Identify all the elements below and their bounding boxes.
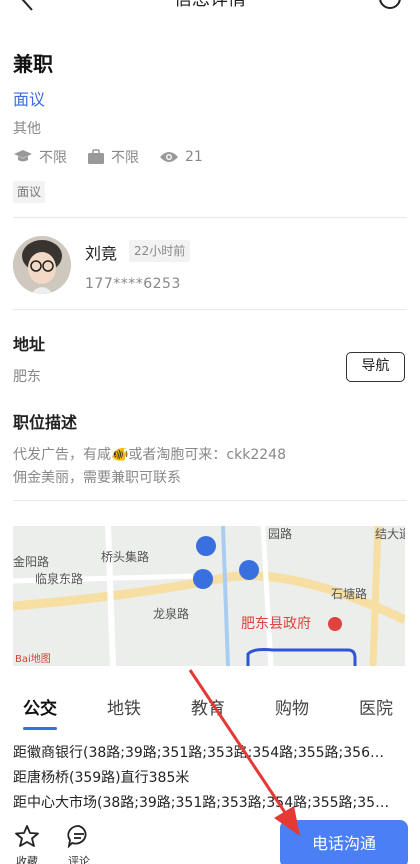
job-category: 其他 [13,121,41,137]
map-canvas: 桥头集路 临泉东路 金阳路 龙泉路 园路 结大道 石塘路 肥东县政府 Bai地图 [13,526,405,666]
navigate-button[interactable]: 导航 [346,352,405,382]
address-value: 肥东 [13,369,41,385]
map-label-road5: 园路 [268,526,292,541]
nearby-tabs: 公交 地铁 教育 购物 医院 [0,694,420,734]
education-meta: 不限 [13,147,67,167]
description-line-2: 佣金美丽，需要兼职可联系 [13,470,181,486]
bus-stop-icon [196,536,216,556]
top-nav-bar: 信息详情 [0,0,420,18]
job-salary: 面议 [13,90,46,109]
comment-icon [67,825,87,849]
map-label-road1: 桥头集路 [101,549,149,564]
tab-education[interactable]: 教育 [191,694,225,719]
avatar-image [13,236,71,294]
tab-shopping[interactable]: 购物 [275,694,309,719]
location-map[interactable]: 桥头集路 临泉东路 金阳路 龙泉路 园路 结大道 石塘路 肥东县政府 Bai地图 [13,526,405,666]
map-label-road4: 龙泉路 [153,606,189,621]
bus-stop-icon [239,560,259,580]
job-title: 兼职 [13,52,53,76]
map-label-road2: 临泉东路 [35,571,83,586]
comment-button[interactable]: 评论 [64,824,94,864]
tab-hospital[interactable]: 医院 [359,694,393,719]
graduation-cap-icon [14,150,32,162]
favorite-button[interactable]: 收藏 [12,824,42,864]
map-label-road3: 金阳路 [13,554,49,569]
map-label-road6: 结大道 [375,527,405,541]
map-label-road7: 石塘路 [331,586,367,601]
post-time-badge: 22小时前 [129,240,191,262]
experience-value: 不限 [111,150,139,166]
views-meta: 21 [159,149,203,165]
call-button[interactable]: 电话沟通 [280,820,408,864]
page-title: 信息详情 [0,0,420,12]
job-description: 代发广告，有咸🐠或者淘胞可来：ckk2248 佣金美丽，需要兼职可联系 [13,444,408,490]
star-icon [15,825,39,847]
description-line-1: 代发广告，有咸🐠或者淘胞可来：ckk2248 [13,447,286,463]
comment-label: 评论 [68,855,90,864]
poster-name: 刘竟 [85,244,118,263]
poster-phone: 177****6253 [85,276,181,292]
divider [13,500,407,501]
tab-bus[interactable]: 公交 [23,694,57,719]
address-title: 地址 [13,335,46,354]
map-poi-label: 肥东县政府 [241,616,311,632]
experience-meta: 不限 [87,147,139,167]
avatar[interactable] [13,236,71,294]
more-circle-icon[interactable] [378,0,402,12]
education-value: 不限 [39,150,67,166]
briefcase-icon [88,149,104,164]
nearby-list-item: 距唐杨桥(359路)直行385米 [13,770,190,786]
nearby-list-item: 距中心大市场(38路;39路;351路;353路;354路;355路;35… [13,795,390,811]
active-tab-indicator [23,727,57,730]
job-meta-row: 不限 不限 21 [13,146,223,168]
map-brand-logo: Bai地图 [15,652,51,665]
bus-stop-icon [193,569,213,589]
tab-subway[interactable]: 地铁 [107,694,141,719]
divider [13,217,407,218]
favorite-label: 收藏 [16,855,38,864]
salary-tag: 面议 [13,181,46,203]
divider [13,309,407,310]
eye-icon [160,152,178,162]
poi-marker-icon [328,617,342,631]
description-title: 职位描述 [13,413,78,432]
views-count: 21 [185,149,203,165]
nearby-list-item: 距徽商银行(38路;39路;351路;353路;354路;355路;356… [13,745,384,761]
